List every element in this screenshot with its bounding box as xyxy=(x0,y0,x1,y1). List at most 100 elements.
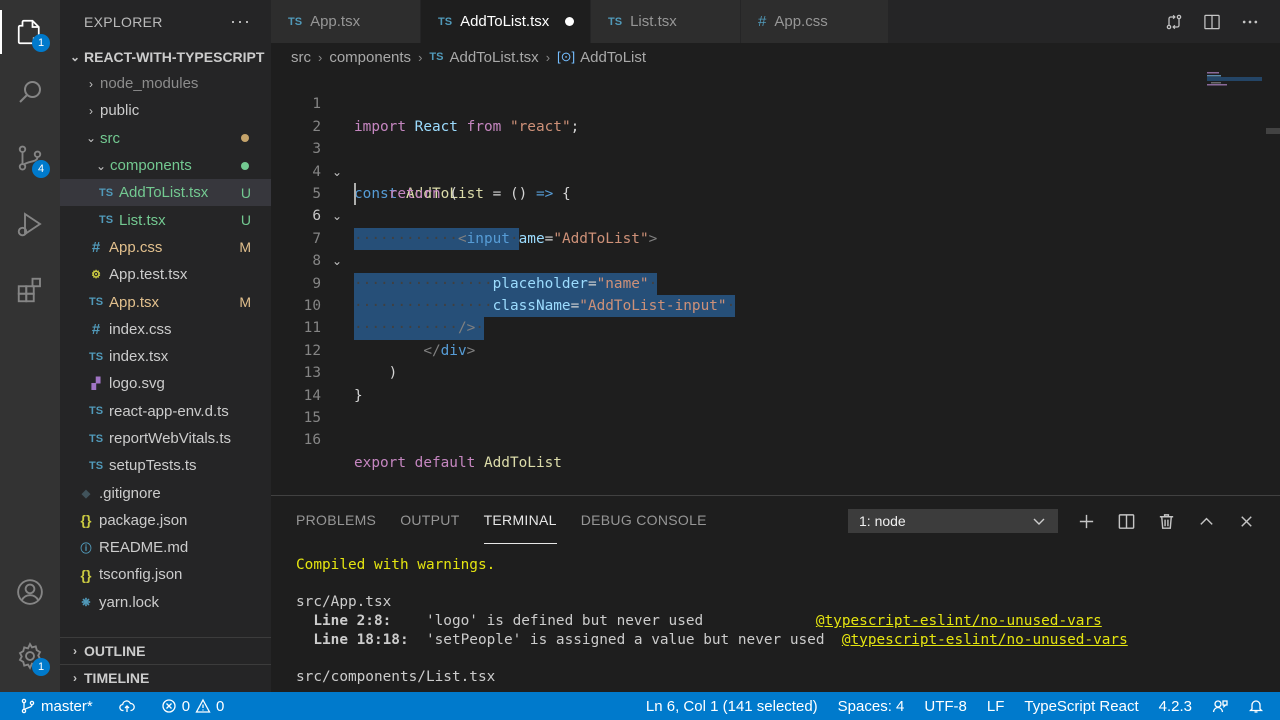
tab-output[interactable]: OUTPUT xyxy=(400,496,459,544)
tree-item-index-tsx[interactable]: TS index.tsx xyxy=(60,343,271,370)
accounts-activity[interactable] xyxy=(0,564,60,620)
root-folder-header[interactable]: ⌄ REACT-WITH-TYPESCRIPT xyxy=(60,43,271,70)
terminal-select[interactable]: 1: node xyxy=(848,509,1058,533)
unsaved-dot-icon[interactable] xyxy=(565,17,574,26)
code-line[interactable]: 1 import React from "react"; xyxy=(271,71,1280,134)
run-debug-activity[interactable] xyxy=(0,196,60,252)
tree-item-addtolist[interactable]: TS AddToList.tsx U xyxy=(60,179,271,207)
typescript-icon: TS xyxy=(438,15,453,28)
code-line[interactable]: 10 ············/>· xyxy=(271,273,1280,340)
plus-icon[interactable] xyxy=(1077,512,1096,531)
split-terminal-icon[interactable] xyxy=(1117,512,1136,531)
chevron-down-icon: ⌄ xyxy=(69,49,81,64)
tab-app-tsx[interactable]: TS App.tsx xyxy=(271,0,421,43)
language-mode[interactable]: TypeScript React xyxy=(1024,692,1138,720)
tree-item-app-css[interactable]: # App.css M xyxy=(60,234,271,261)
explorer-activity[interactable]: 1 xyxy=(0,4,60,60)
tree-item-node-modules[interactable]: › node_modules xyxy=(60,70,271,97)
feedback-icon xyxy=(1212,700,1228,713)
tree-item-components[interactable]: ⌄ components xyxy=(60,152,271,179)
outline-section[interactable]: › OUTLINE xyxy=(60,637,271,664)
warning-rule-link[interactable]: @typescript-eslint/no-unused-vars xyxy=(842,632,1128,648)
source-control-activity[interactable]: 4 xyxy=(0,130,60,186)
code-line[interactable]: 16 export default AddToList xyxy=(271,407,1280,470)
breadcrumb-item[interactable]: components xyxy=(329,49,411,66)
info-icon: ⓘ xyxy=(80,542,92,555)
scrollbar-thumb[interactable] xyxy=(1266,128,1280,134)
tree-item-label: .gitignore xyxy=(99,484,161,502)
minimap[interactable] xyxy=(1207,71,1262,101)
tree-item-yarn-lock[interactable]: ❋ yarn.lock xyxy=(60,589,271,616)
feedback-button[interactable] xyxy=(1212,692,1228,720)
code-line[interactable]: 2 xyxy=(271,93,1280,135)
tree-item-app-test[interactable]: ⚙ App.test.tsx xyxy=(60,261,271,288)
tab-app-css[interactable]: # App.css xyxy=(741,0,889,43)
chevron-up-icon[interactable] xyxy=(1197,512,1216,531)
code-line[interactable]: 7 ⌄ ················type="text"· xyxy=(271,205,1280,296)
warning-rule-link[interactable]: @typescript-eslint/no-unused-vars xyxy=(816,613,1102,629)
terminal-output[interactable]: Compiled with warnings. src/App.tsx Line… xyxy=(296,556,1128,687)
chevron-right-icon: › xyxy=(73,644,77,658)
open-changes-icon[interactable] xyxy=(1164,12,1184,32)
code-line[interactable]: 4 return ( xyxy=(271,138,1280,202)
breadcrumb-symbol[interactable]: AddToList xyxy=(580,49,646,66)
timeline-section[interactable]: › TIMELINE xyxy=(60,664,271,691)
encoding-status[interactable]: UTF-8 xyxy=(924,692,967,720)
code-line[interactable]: 9 ················className="AddToList-i… xyxy=(271,250,1280,318)
search-icon xyxy=(19,81,41,103)
more-actions-button[interactable]: ··· xyxy=(230,11,251,32)
tab-addtolist-tsx[interactable]: TS AddToList.tsx xyxy=(421,0,591,43)
problems-status[interactable]: 0 0 xyxy=(161,692,224,720)
code-line[interactable]: 15 xyxy=(271,385,1280,426)
breadcrumb-file[interactable]: AddToList.tsx xyxy=(449,49,538,66)
git-status: M xyxy=(239,294,251,311)
breadcrumb-item[interactable]: src xyxy=(291,49,311,66)
terminal-file: src/App.tsx xyxy=(296,594,392,611)
tree-item-src[interactable]: ⌄ src xyxy=(60,125,271,152)
sync-status[interactable] xyxy=(118,692,135,720)
eol-status[interactable]: LF xyxy=(987,692,1005,720)
more-icon[interactable] xyxy=(1240,12,1260,32)
tree-item-public[interactable]: › public xyxy=(60,97,271,124)
indentation-status[interactable]: Spaces: 4 xyxy=(838,692,905,720)
tab-debug-console[interactable]: DEBUG CONSOLE xyxy=(581,496,707,544)
close-icon[interactable] xyxy=(1237,512,1256,531)
code-line[interactable]: 14 xyxy=(271,362,1280,404)
split-editor-icon[interactable] xyxy=(1202,12,1222,32)
panel-tabs: PROBLEMS OUTPUT TERMINAL DEBUG CONSOLE xyxy=(296,496,707,544)
sidebar-header: EXPLORER ··· xyxy=(60,0,271,43)
code-line[interactable]: 8 ················placeholder="name"· xyxy=(271,228,1280,296)
search-activity[interactable] xyxy=(0,64,60,120)
cursor-position[interactable]: Ln 6, Col 1 (141 selected) xyxy=(646,692,818,720)
tree-item-report-web-vitals[interactable]: TS reportWebVitals.ts xyxy=(60,425,271,452)
code-line[interactable]: 12 ) xyxy=(271,317,1280,381)
tree-item-label: reportWebVitals.ts xyxy=(109,430,231,447)
tree-item-list[interactable]: TS List.tsx U xyxy=(60,206,271,233)
tree-item-app-tsx[interactable]: TS App.tsx M xyxy=(60,288,271,315)
tree-item-tsconfig[interactable]: {} tsconfig.json xyxy=(60,561,271,588)
tree-item-setup-tests[interactable]: TS setupTests.ts xyxy=(60,452,271,479)
tab-problems[interactable]: PROBLEMS xyxy=(296,496,376,544)
notifications-button[interactable] xyxy=(1248,692,1264,720)
tab-terminal[interactable]: TERMINAL xyxy=(483,496,557,544)
manage-activity[interactable]: 1 xyxy=(0,628,60,684)
ts-version[interactable]: 4.2.3 xyxy=(1159,692,1192,720)
code-line[interactable]: 3 ⌄ const AddToList = () => { xyxy=(271,116,1280,202)
tree-item-label: index.tsx xyxy=(109,348,169,366)
branch-status[interactable]: master* xyxy=(20,692,93,720)
trash-icon[interactable] xyxy=(1157,512,1176,531)
code-line[interactable]: 5 ⌄ <div className="AddToList"> xyxy=(271,161,1280,247)
extensions-activity[interactable] xyxy=(0,262,60,318)
tab-list-tsx[interactable]: TS List.tsx xyxy=(591,0,741,43)
code-editor[interactable]: 1 import React from "react"; 2 3 ⌄ const… xyxy=(271,71,1280,495)
typescript-icon: TS xyxy=(98,214,114,227)
code-line[interactable]: 13 } xyxy=(271,340,1280,403)
code-line[interactable]: 6 ············<input· xyxy=(271,183,1280,251)
tree-item-gitignore[interactable]: ◆ .gitignore xyxy=(60,479,271,506)
tree-item-index-css[interactable]: # index.css xyxy=(60,316,271,343)
tree-item-logo-svg[interactable]: ▞ logo.svg xyxy=(60,370,271,397)
tree-item-package-json[interactable]: {} package.json xyxy=(60,507,271,534)
tree-item-readme[interactable]: ⓘ README.md xyxy=(60,534,271,561)
tree-item-react-app-env[interactable]: TS react-app-env.d.ts xyxy=(60,398,271,425)
code-line[interactable]: 11 </div> xyxy=(271,295,1280,358)
